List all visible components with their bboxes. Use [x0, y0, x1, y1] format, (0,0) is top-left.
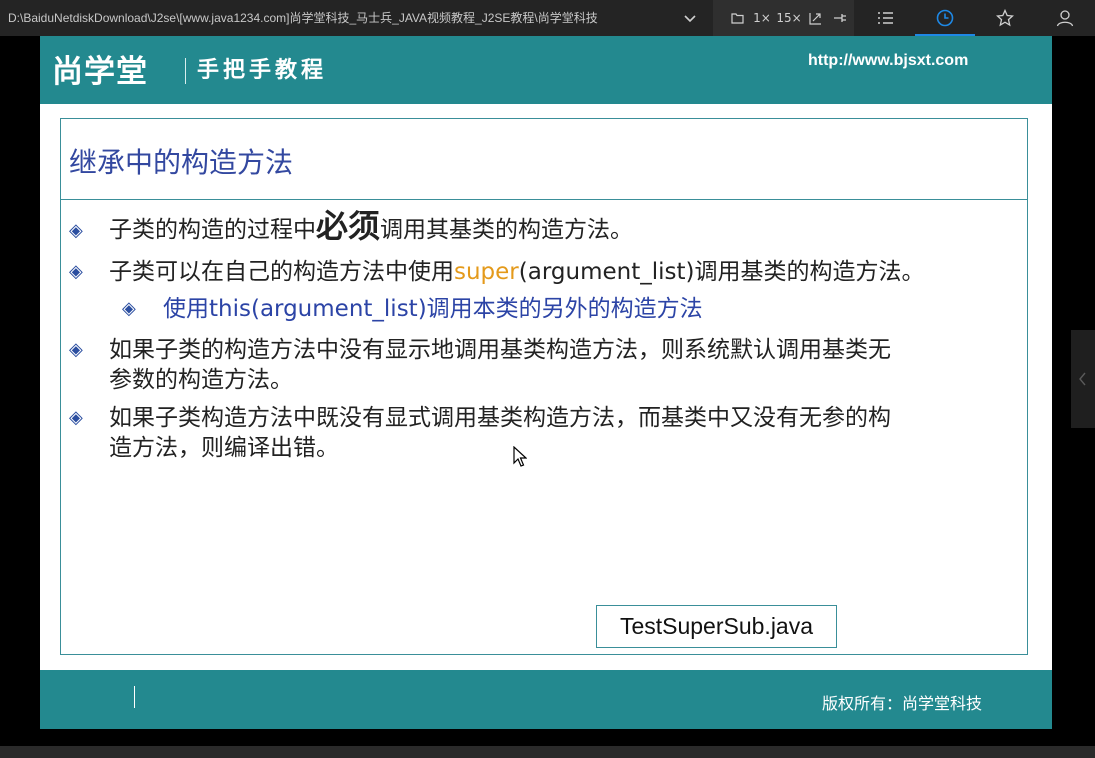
bullet-1-pre: 子类的构造的过程中	[109, 217, 316, 243]
playlist-icon[interactable]	[870, 0, 900, 36]
bullet-1: 子类的构造的过程中必须调用其基类的构造方法。	[109, 210, 634, 245]
footer-copyright: 版权所有：尚学堂科技	[822, 694, 983, 713]
slide-footer: 版权所有：尚学堂科技	[40, 670, 1052, 729]
slide-header: 尚学堂 手把手教程 http://www.bjsxt.com	[40, 36, 1052, 104]
side-panel-toggle[interactable]	[1071, 330, 1095, 428]
slide-title: 继承中的构造方法	[69, 146, 294, 179]
mouse-cursor-icon	[513, 446, 527, 467]
user-icon[interactable]	[1050, 0, 1080, 36]
bullet-1-emph: 必须	[316, 207, 381, 245]
bullet-2-keyword: super	[454, 259, 519, 285]
footer-divider	[134, 686, 135, 708]
bullet-2-sub: 使用this(argument_list)调用本类的另外的构造方法	[163, 296, 703, 322]
history-icon[interactable]	[930, 0, 960, 36]
chevron-down-icon[interactable]	[676, 0, 704, 36]
file-label: TestSuperSub.java	[596, 605, 837, 648]
bullet-2: 子类可以在自己的构造方法中使用super(argument_list)调用基类的…	[109, 257, 924, 287]
chevron-left-icon	[1079, 372, 1086, 386]
screenshot-icon[interactable]	[804, 0, 826, 36]
diamond-bullet-icon: ◈	[69, 261, 83, 282]
bullet-3-line1: 如果子类的构造方法中没有显示地调用基类构造方法，则系统默认调用基类无	[109, 337, 891, 363]
slide: 尚学堂 手把手教程 http://www.bjsxt.com 继承中的构造方法 …	[40, 36, 1052, 729]
window-title: D:\BaiduNetdiskDownload\J2se\[www.java12…	[8, 11, 598, 25]
player-titlebar: D:\BaiduNetdiskDownload\J2se\[www.java12…	[0, 0, 1095, 36]
title-box: 继承中的构造方法	[61, 119, 1027, 200]
content-frame: 继承中的构造方法 ◈ 子类的构造的过程中必须调用其基类的构造方法。 ◈ 子类可以…	[60, 118, 1028, 655]
logo: 尚学堂	[52, 54, 148, 90]
header-divider	[185, 58, 186, 84]
star-icon[interactable]	[990, 0, 1020, 36]
bullet-4-line2: 造方法，则编译出错。	[109, 435, 339, 461]
diamond-bullet-icon: ◈	[69, 220, 83, 241]
header-url: http://www.bjsxt.com	[808, 52, 969, 69]
speed-1x-button[interactable]: 1×	[750, 0, 774, 36]
diamond-subbullet-icon: ◈	[122, 298, 136, 319]
diamond-bullet-icon: ◈	[69, 407, 83, 428]
header-subtitle: 手把手教程	[197, 58, 328, 83]
pin-icon[interactable]	[829, 0, 851, 36]
bullet-3-line2: 参数的构造方法。	[109, 367, 293, 393]
player-bottom-bar	[0, 746, 1095, 758]
bullet-1-post: 调用其基类的构造方法。	[380, 217, 634, 243]
bullet-4-line1: 如果子类构造方法中既没有显式调用基类构造方法，而基类中又没有无参的构	[109, 405, 891, 431]
speed-15x-button[interactable]: 15×	[775, 0, 803, 36]
bullet-2-pre: 子类可以在自己的构造方法中使用	[109, 259, 454, 285]
bullet-2-post: (argument_list)调用基类的构造方法。	[518, 259, 925, 285]
folder-icon[interactable]	[726, 0, 748, 36]
diamond-bullet-icon: ◈	[69, 339, 83, 360]
